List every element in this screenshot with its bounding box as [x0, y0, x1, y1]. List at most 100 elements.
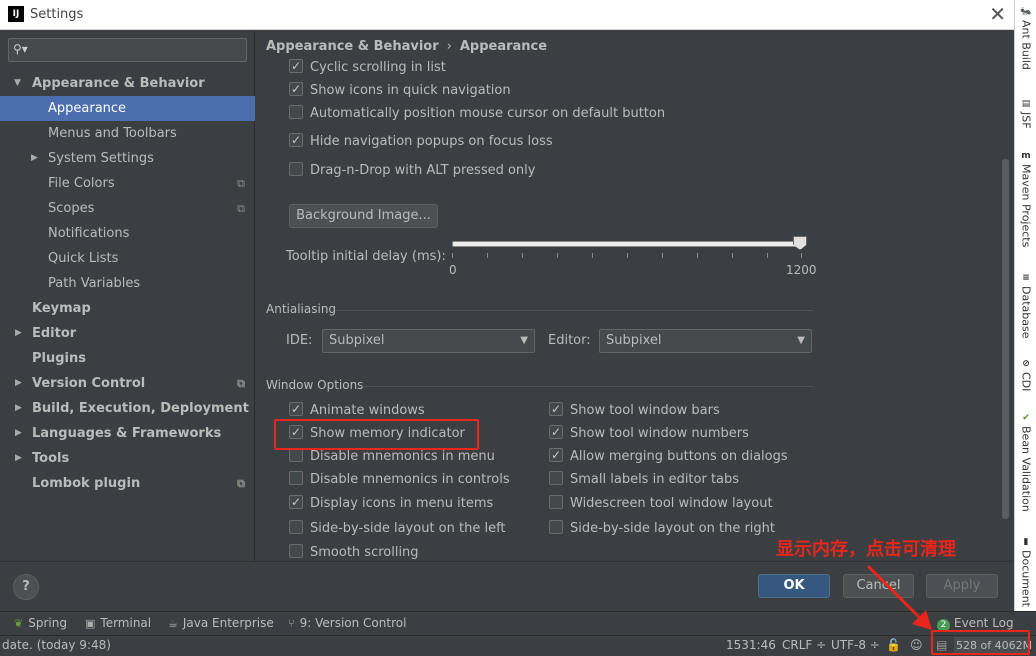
checkbox-box[interactable] [289, 130, 303, 150]
inspector-icon[interactable]: ☺ [910, 638, 923, 652]
checkbox-disable-mnemonics-menu[interactable]: Disable mnemonics in menu [289, 447, 495, 467]
scrollbar-thumb[interactable] [1002, 159, 1009, 519]
checkbox-allow-merging-buttons[interactable]: Allow merging buttons on dialogs [549, 445, 788, 467]
tree-item-lombok-plugin[interactable]: Lombok plugin ⧉ [0, 471, 255, 496]
checkbox-box[interactable] [549, 495, 563, 509]
checkbox-hide-nav-popups[interactable]: Hide navigation popups on focus loss [289, 130, 553, 152]
tree-item-path-variables[interactable]: Path Variables [0, 271, 255, 296]
tree-item-build-execution[interactable]: ▶ Build, Execution, Deployment [0, 396, 255, 421]
caret-position[interactable]: 1531:46 [726, 638, 776, 652]
tree-item-keymap[interactable]: Keymap [0, 296, 255, 321]
tree-item-version-control[interactable]: ▶ Version Control ⧉ [0, 371, 255, 396]
tool-tab-maven[interactable]: m Maven Projects [1017, 150, 1035, 247]
tree-item-languages-frameworks[interactable]: ▶ Languages & Frameworks [0, 421, 255, 446]
ide-antialias-label: IDE: [286, 333, 313, 348]
tooltip-delay-slider[interactable] [452, 241, 802, 247]
checkbox-disable-mnemonics-controls[interactable]: Disable mnemonics in controls [289, 470, 510, 490]
tree-item-notifications[interactable]: Notifications [0, 221, 255, 246]
tool-window-java-enterprise[interactable]: ☕ Java Enterprise [168, 616, 274, 630]
checkbox-box[interactable] [289, 399, 303, 419]
background-image-button[interactable]: Background Image... [289, 204, 438, 228]
checkbox-display-icons-menu[interactable]: Display icons in menu items [289, 492, 493, 514]
tree-item-tools[interactable]: ▶ Tools [0, 446, 255, 471]
checkbox-show-tool-window-numbers[interactable]: Show tool window numbers [549, 422, 749, 444]
checkbox-box[interactable] [549, 471, 563, 485]
lock-icon[interactable]: 🔓 [886, 638, 901, 652]
jsf-icon: ▤ [1021, 99, 1031, 109]
checkbox-box[interactable] [549, 445, 563, 465]
tool-tab-document[interactable]: ▮ Document [1017, 536, 1035, 607]
checkbox-box[interactable] [289, 520, 303, 534]
checkbox-box[interactable] [289, 56, 303, 76]
tree-item-scopes[interactable]: Scopes ⧉ [0, 196, 255, 221]
bean-validation-icon: ✔ [1022, 413, 1030, 423]
project-settings-icon: ⧉ [237, 202, 245, 215]
document-icon: ▮ [1023, 537, 1029, 547]
checkbox-show-tool-window-bars[interactable]: Show tool window bars [549, 399, 720, 421]
collapsed-arrow-icon[interactable]: ▶ [31, 146, 38, 171]
checkbox-small-labels-tabs[interactable]: Small labels in editor tabs [549, 470, 739, 490]
tool-window-terminal[interactable]: ▣ Terminal [85, 616, 151, 630]
collapsed-arrow-icon[interactable]: ▶ [15, 371, 22, 396]
ok-button[interactable]: OK [758, 574, 830, 598]
checkbox-box[interactable] [289, 471, 303, 485]
help-button[interactable]: ? [13, 574, 39, 600]
close-icon[interactable]: ✕ [989, 3, 1006, 25]
tool-window-spring[interactable]: ❦ Spring [14, 616, 67, 630]
project-settings-icon: ⧉ [237, 377, 245, 390]
checkbox-box[interactable] [289, 492, 303, 512]
tool-tab-ant-build[interactable]: 🐜 Ant Build [1017, 6, 1035, 70]
checkbox-box[interactable] [289, 448, 303, 462]
tool-tab-database[interactable]: ≡ Database [1017, 272, 1035, 339]
tool-tab-label: Ant Build [1019, 20, 1033, 70]
tree-item-quick-lists[interactable]: Quick Lists [0, 246, 255, 271]
tool-window-version-control[interactable]: ⑂ 9: Version Control [288, 616, 406, 630]
breadcrumb: Appearance & Behavior › Appearance [266, 39, 547, 54]
checkbox-box[interactable] [549, 399, 563, 419]
tool-tab-jsf[interactable]: ▤ JSF [1017, 98, 1035, 129]
checkbox-box[interactable] [289, 105, 303, 119]
line-separator-selector[interactable]: CRLF ÷ [782, 638, 826, 652]
checkbox-show-icons-quick-nav[interactable]: Show icons in quick navigation [289, 79, 511, 101]
collapsed-arrow-icon[interactable]: ▶ [15, 321, 22, 346]
tree-item-label: Keymap [32, 301, 91, 316]
slider-tick [697, 253, 698, 258]
tool-tab-cdi[interactable]: ⊘ CDI [1017, 358, 1035, 391]
tree-item-file-colors[interactable]: File Colors ⧉ [0, 171, 255, 196]
tree-item-appearance[interactable]: Appearance [0, 96, 255, 121]
checkbox-side-by-side-left[interactable]: Side-by-side layout on the left [289, 519, 506, 539]
checkbox-dnd-alt[interactable]: Drag-n-Drop with ALT pressed only [289, 161, 535, 181]
checkbox-box[interactable] [549, 422, 563, 442]
checkbox-cyclic-scrolling[interactable]: Cyclic scrolling in list [289, 56, 446, 78]
vertical-scrollbar[interactable] [1000, 59, 1010, 549]
tree-item-menus-toolbars[interactable]: Menus and Toolbars [0, 121, 255, 146]
checkbox-side-by-side-right[interactable]: Side-by-side layout on the right [549, 519, 775, 539]
checkbox-smooth-scrolling[interactable]: Smooth scrolling [289, 543, 419, 563]
collapsed-arrow-icon[interactable]: ▶ [15, 396, 22, 421]
checkbox-box[interactable] [289, 162, 303, 176]
ide-antialias-select[interactable]: Subpixel ▼ [322, 329, 535, 353]
checkbox-box[interactable] [289, 79, 303, 99]
right-tool-strip: 🐜 Ant Build ▤ JSF m Maven Projects ≡ Dat… [1014, 0, 1036, 612]
checkbox-widescreen-layout[interactable]: Widescreen tool window layout [549, 494, 773, 514]
collapsed-arrow-icon[interactable]: ▶ [15, 446, 22, 471]
editor-antialias-select[interactable]: Subpixel ▼ [599, 329, 812, 353]
encoding-selector[interactable]: UTF-8 ÷ [831, 638, 880, 652]
tool-tab-bean-validation[interactable]: ✔ Bean Validation [1017, 412, 1035, 512]
tree-item-plugins[interactable]: Plugins [0, 346, 255, 371]
tree-item-editor[interactable]: ▶ Editor [0, 321, 255, 346]
checkbox-animate-windows[interactable]: Animate windows [289, 399, 425, 421]
collapsed-arrow-icon[interactable]: ▶ [15, 421, 22, 446]
checkbox-box[interactable] [549, 520, 563, 534]
checkbox-box[interactable] [289, 544, 303, 558]
search-input[interactable]: ⚲▾ [8, 38, 247, 62]
expanded-arrow-icon[interactable]: ▼ [14, 71, 21, 96]
tree-item-label: Path Variables [48, 276, 141, 291]
tree-item-appearance-behavior[interactable]: ▼ Appearance & Behavior [0, 71, 255, 96]
checkbox-auto-position-cursor[interactable]: Automatically position mouse cursor on d… [289, 104, 665, 124]
tool-tab-label: CDI [1019, 372, 1033, 392]
breadcrumb-parent: Appearance & Behavior [266, 39, 439, 54]
tool-window-label: 9: Version Control [299, 616, 407, 630]
tree-item-system-settings[interactable]: ▶ System Settings [0, 146, 255, 171]
tree-item-label: Notifications [48, 226, 130, 241]
